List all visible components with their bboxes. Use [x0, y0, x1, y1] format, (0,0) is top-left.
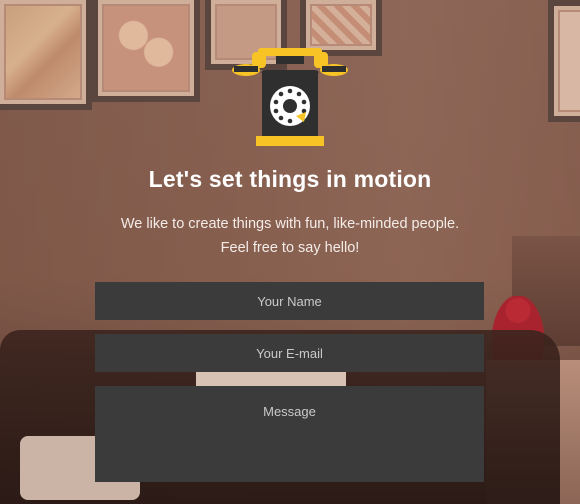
name-input[interactable] — [95, 282, 484, 320]
page-title: Let's set things in motion — [148, 166, 432, 192]
email-input[interactable] — [95, 334, 484, 372]
message-textarea[interactable] — [95, 386, 484, 482]
contact-section: Let's set things in motion We like to cr… — [0, 0, 580, 504]
intro-text: We like to create things with fun, like-… — [120, 216, 460, 232]
intro-text: Feel free to say hello! — [220, 240, 360, 256]
rotary-telephone-icon — [230, 44, 350, 148]
